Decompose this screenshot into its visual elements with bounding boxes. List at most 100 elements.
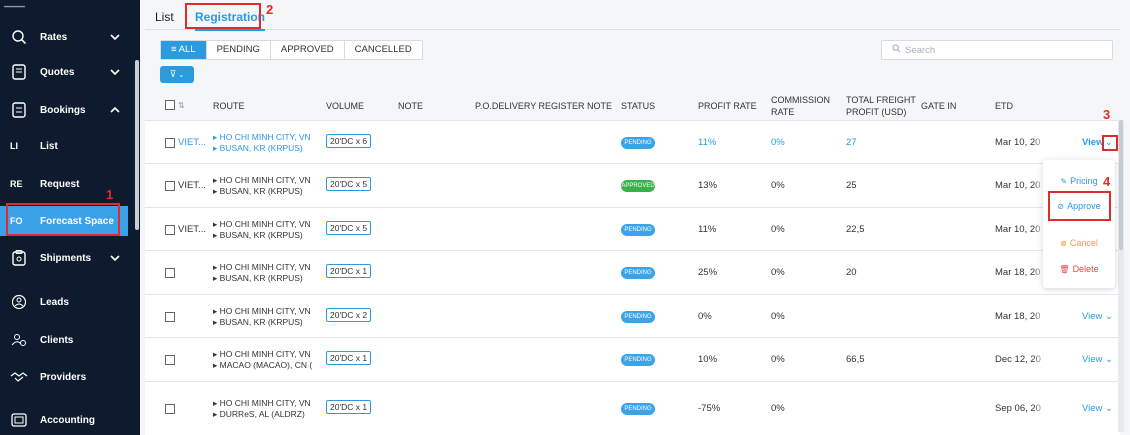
row-checkbox[interactable] <box>165 355 175 365</box>
volume-tag: 20'DC x 1 <box>326 351 372 365</box>
header-route[interactable]: ROUTE <box>213 100 245 112</box>
route-destination: DURReS, AL (ALDRZ) <box>219 409 305 419</box>
menu-item-label: Delete <box>1072 264 1099 274</box>
client-name[interactable]: VIET... <box>178 137 206 148</box>
route-bullet-icon: ▸ <box>213 262 220 272</box>
table-scrollbar[interactable] <box>1118 120 1124 432</box>
commission-rate: 0% <box>771 354 785 365</box>
route-destination: MACAO (MACAO), CN ( <box>219 360 313 370</box>
header-total-freight-line2: PROFIT (USD) <box>846 107 907 117</box>
search-money-icon <box>10 28 28 46</box>
profit-rate: 11% <box>698 137 717 148</box>
main-content: List Registration 2 ≡ ALL PENDING APPROV… <box>145 0 1130 435</box>
sidebar-item-shipments[interactable]: Shipments <box>0 243 128 273</box>
view-label: View <box>1082 354 1103 365</box>
view-dropdown-button[interactable]: View ⌄ <box>1082 311 1113 322</box>
chevron-down-icon <box>108 251 122 265</box>
table-row[interactable]: ▸ HO CHI MINH CITY, VN ▸ MACAO (MACAO), C… <box>145 337 1120 381</box>
sidebar-item-label: Accounting <box>40 414 95 426</box>
sidebar-item-accounting[interactable]: Accounting <box>0 405 128 435</box>
search-input[interactable]: Search <box>881 40 1113 60</box>
check-circle-icon: ⊘ <box>1057 201 1065 211</box>
status-badge: PENDING <box>621 267 655 279</box>
sidebar-item-abbr: FO <box>10 216 23 226</box>
volume-tag: 20'DC x 5 <box>326 221 372 235</box>
sidebar-item-bookings[interactable]: Bookings <box>0 95 128 125</box>
sidebar-item-clients[interactable]: Clients <box>0 325 128 355</box>
route-destination: BUSAN, KR (KRPUS) <box>219 143 303 153</box>
filter-approved-button[interactable]: APPROVED <box>271 41 345 59</box>
sidebar-item-label: Forecast Space <box>40 215 114 227</box>
filter-cancelled-button[interactable]: CANCELLED <box>345 41 422 59</box>
sidebar-item-leads[interactable]: Leads <box>0 287 128 317</box>
sidebar-item-list[interactable]: LI List <box>0 131 128 161</box>
sidebar-item-forecast-space[interactable]: FO Forecast Space <box>0 206 128 236</box>
sidebar-item-abbr: RE <box>10 179 23 189</box>
route-origin: HO CHI MINH CITY, VN <box>219 306 311 316</box>
header-etd[interactable]: ETD <box>995 100 1013 112</box>
sidebar-item-providers[interactable]: Providers <box>0 362 128 392</box>
profit-rate: 25% <box>698 267 718 278</box>
tab-registration[interactable]: Registration <box>195 10 266 31</box>
etd-fade <box>1033 310 1047 324</box>
row-checkbox[interactable] <box>165 268 175 278</box>
table-row[interactable]: VIET... ▸ HO CHI MINH CITY, VN ▸ BUSAN, KR… <box>145 163 1120 207</box>
table-row[interactable]: VIET... ▸ HO CHI MINH CITY, VN ▸ BUSAN, KR… <box>145 120 1120 163</box>
sidebar: ▁▁▁ Rates Quotes Bookings LI List RE Req… <box>0 0 140 435</box>
row-checkbox[interactable] <box>165 404 175 414</box>
sidebar-item-quotes[interactable]: Quotes <box>0 57 128 87</box>
route-origin: HO CHI MINH CITY, VN <box>219 262 311 272</box>
table-row[interactable]: ▸ HO CHI MINH CITY, VN ▸ DURReS, AL (ALDR… <box>145 381 1120 435</box>
header-status[interactable]: STATUS <box>621 100 655 112</box>
table-row[interactable]: ▸ HO CHI MINH CITY, VN ▸ BUSAN, KR (KRPUS… <box>145 250 1120 294</box>
view-dropdown-button[interactable]: View <box>1082 137 1103 148</box>
total-freight-profit: 66,5 <box>846 354 865 365</box>
file-icon <box>10 101 28 119</box>
filter-all-button[interactable]: ≡ ALL <box>161 41 207 59</box>
menu-item-cancel[interactable]: ⊗ Cancel <box>1043 234 1115 252</box>
menu-item-approve[interactable]: ⊘ Approve <box>1043 197 1115 215</box>
people-icon <box>10 293 28 311</box>
sidebar-item-rates[interactable]: Rates <box>0 22 128 52</box>
table-scrollbar-thumb[interactable] <box>1119 120 1123 250</box>
select-all-checkbox[interactable] <box>165 100 175 110</box>
total-freight-profit: 25 <box>846 180 857 191</box>
menu-item-delete[interactable]: 🗑 Delete <box>1043 260 1115 278</box>
sidebar-item-label: Bookings <box>40 104 86 116</box>
profit-rate: -75% <box>698 403 721 414</box>
route-destination: BUSAN, KR (KRPUS) <box>219 230 303 240</box>
filter-pending-button[interactable]: PENDING <box>207 41 271 59</box>
etd-fade <box>1033 353 1047 367</box>
view-dropdown-button[interactable]: View ⌄ <box>1082 354 1113 365</box>
chevron-down-icon[interactable]: ⌄ <box>1105 137 1113 148</box>
advanced-filter-button[interactable]: ⊽ ⌄ <box>160 66 194 83</box>
tab-list[interactable]: List <box>155 10 174 24</box>
route-bullet-icon: ▸ <box>213 317 220 327</box>
row-checkbox[interactable] <box>165 225 175 235</box>
view-dropdown-button[interactable]: View ⌄ <box>1082 403 1113 414</box>
row-checkbox[interactable] <box>165 181 175 191</box>
route-bullet-icon: ▸ <box>213 143 220 153</box>
sidebar-scrollbar[interactable] <box>135 60 139 230</box>
commission-rate: 0% <box>771 137 785 148</box>
row-checkbox[interactable] <box>165 312 175 322</box>
row-checkbox[interactable] <box>165 138 175 148</box>
route-cell: ▸ HO CHI MINH CITY, VN ▸ BUSAN, KR (KRPUS… <box>213 262 311 284</box>
commission-rate: 0% <box>771 267 785 278</box>
header-commission-rate[interactable]: COMMISSION RATE <box>771 94 830 118</box>
header-po-note[interactable]: P.O.DELIVERY REGISTER NOTE <box>475 100 612 112</box>
table-row[interactable]: VIET... ▸ HO CHI MINH CITY, VN ▸ BUSAN, KR… <box>145 207 1120 250</box>
route-origin: HO CHI MINH CITY, VN <box>219 398 311 408</box>
route-bullet-icon: ▸ <box>213 175 220 185</box>
table-row[interactable]: ▸ HO CHI MINH CITY, VN ▸ BUSAN, KR (KRPUS… <box>145 294 1120 337</box>
header-volume[interactable]: VOLUME <box>326 100 364 112</box>
commission-rate: 0% <box>771 180 785 191</box>
sort-icon[interactable]: ⇅ <box>178 100 185 112</box>
header-profit-rate[interactable]: PROFIT RATE <box>698 100 757 112</box>
header-total-freight[interactable]: TOTAL FREIGHT PROFIT (USD) <box>846 94 916 118</box>
calculator-icon <box>10 411 28 429</box>
etd-fade <box>1033 136 1047 150</box>
header-note[interactable]: NOTE <box>398 100 423 112</box>
header-gate-in[interactable]: GATE IN <box>921 100 956 112</box>
route-destination: BUSAN, KR (KRPUS) <box>219 317 303 327</box>
